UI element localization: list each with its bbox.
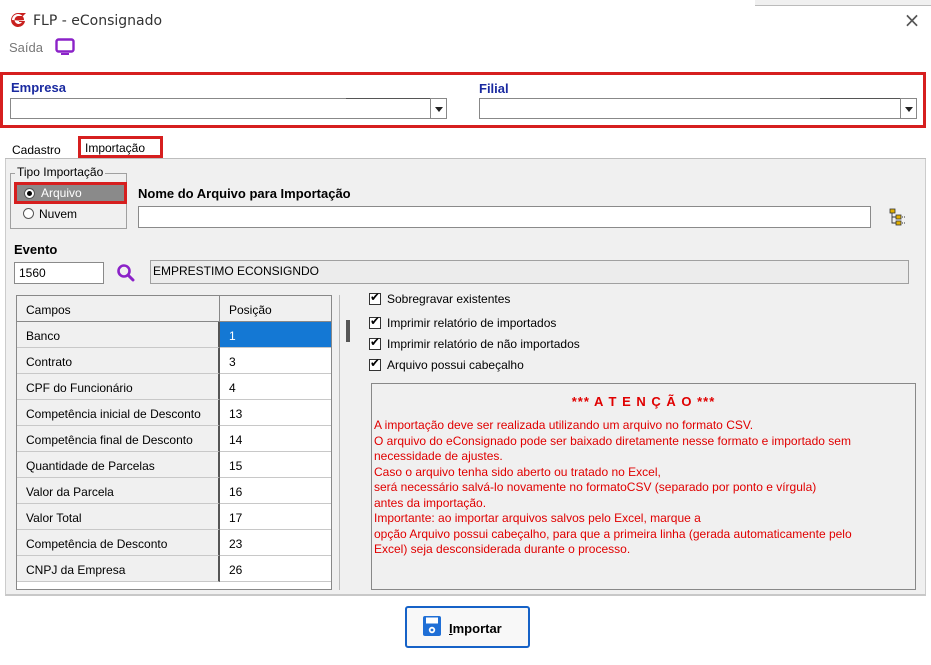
evento-label: Evento <box>14 242 58 257</box>
empresa-label: Empresa <box>11 80 66 95</box>
grid-cell-campo[interactable]: Competência final de Desconto <box>17 426 220 452</box>
grid-cell-campo[interactable]: CPF do Funcionário <box>17 374 220 400</box>
nome-arquivo-input[interactable] <box>138 206 871 228</box>
bottom-divider <box>5 594 926 596</box>
grid-cell-posicao[interactable]: 17 <box>220 504 331 530</box>
campos-grid[interactable]: Campos Posição Banco 1 Contrato 3 CPF do Fun… <box>16 295 332 590</box>
checkbox[interactable] <box>369 335 381 350</box>
checkbox-label: Sobregravar existentes <box>387 292 511 306</box>
table-row[interactable]: Quantidade de Parcelas 15 <box>17 452 331 478</box>
grid-cell-campo[interactable]: Competência de Desconto <box>17 530 220 556</box>
grid-cell-campo[interactable]: Competência inicial de Desconto <box>17 400 220 426</box>
floppy-disk-icon <box>423 616 441 636</box>
table-row[interactable]: CPF do Funcionário 4 <box>17 374 331 400</box>
atencao-title: *** A T E N Ç Ã O *** <box>571 394 716 409</box>
grid-header-posicao[interactable]: Posição <box>220 296 331 322</box>
radio-arquivo[interactable]: Arquivo <box>14 182 127 204</box>
grid-header-row: Campos Posição <box>17 296 331 322</box>
atencao-line: A importação deve ser realizada utilizan… <box>374 418 754 432</box>
grid-cell-posicao[interactable]: 4 <box>220 374 331 400</box>
atencao-line: O arquivo do eConsignado pode ser baixad… <box>374 433 851 448</box>
grid-cell-campo[interactable]: Valor Total <box>17 504 220 530</box>
grid-cell-campo[interactable]: Quantidade de Parcelas <box>17 452 220 478</box>
table-row[interactable]: Banco 1 <box>17 322 331 348</box>
grid-cell-posicao[interactable]: 3 <box>220 348 331 374</box>
atencao-line: Caso o arquivo tenha sido aberto ou trat… <box>374 464 661 479</box>
background-window-strip <box>755 0 931 6</box>
table-row[interactable]: Competência de Desconto 23 <box>17 530 331 556</box>
grid-cell-posicao[interactable]: 23 <box>220 530 331 556</box>
evento-code-input[interactable]: 1560 <box>14 262 104 284</box>
tab-importacao[interactable]: Importação <box>78 136 163 158</box>
grid-cell-posicao[interactable]: 15 <box>220 452 331 478</box>
importar-label-rest: mportar <box>452 621 502 636</box>
grid-cell-campo[interactable]: CNPJ da Empresa <box>17 556 220 582</box>
search-icon[interactable] <box>116 262 136 284</box>
grid-scrollbar-thumb[interactable] <box>346 320 350 342</box>
radio-nuvem[interactable] <box>23 208 34 219</box>
filial-label: Filial <box>479 81 509 96</box>
app-logo-icon <box>11 13 26 27</box>
table-row[interactable]: Valor Total 17 <box>17 504 331 530</box>
radio-arquivo-label: Arquivo <box>41 186 82 200</box>
checkbox-label: Arquivo possui cabeçalho <box>387 358 524 372</box>
filial-dropdown-arrow[interactable] <box>900 98 917 119</box>
nome-arquivo-label: Nome do Arquivo para Importação <box>138 186 351 201</box>
grid-cell-posicao[interactable]: 1 <box>220 322 331 348</box>
tree-browse-icon[interactable] <box>887 206 909 228</box>
table-row[interactable]: Competência final de Desconto 14 <box>17 426 331 452</box>
atencao-line: Importante: ao importar arquivos salvos … <box>374 511 701 525</box>
atencao-line: Excel) seja desconsiderada durante o pro… <box>374 542 631 556</box>
monitor-icon[interactable] <box>55 38 75 56</box>
importar-label: Importar <box>449 621 502 636</box>
table-row[interactable]: Competência inicial de Desconto 13 <box>17 400 331 426</box>
grid-cell-posicao[interactable]: 16 <box>220 478 331 504</box>
grid-cell-posicao[interactable]: 13 <box>220 400 331 426</box>
radio-arquivo-dot[interactable] <box>24 188 35 199</box>
grid-cell-campo[interactable]: Valor da Parcela <box>17 478 220 504</box>
table-row[interactable]: CNPJ da Empresa 26 <box>17 556 331 582</box>
empresa-combo[interactable] <box>10 98 430 119</box>
grid-splitter <box>339 295 340 590</box>
checkbox-label: Imprimir relatório de não importados <box>387 337 580 351</box>
saida-button[interactable]: Saída <box>9 40 43 55</box>
checkbox[interactable] <box>369 314 381 329</box>
window-title: FLP - eConsignado <box>33 13 163 29</box>
atencao-line: necessidade de ajustes. <box>374 449 503 463</box>
atencao-line: opção Arquivo possui cabeçalho, para que… <box>374 526 852 541</box>
empresa-combo-divider <box>346 98 430 99</box>
tab-cadastro[interactable]: Cadastro <box>12 143 61 157</box>
empresa-dropdown-arrow[interactable] <box>430 98 447 119</box>
atencao-line: será necessário salvá-lo novamente no fo… <box>374 480 817 494</box>
table-row[interactable]: Contrato 3 <box>17 348 331 374</box>
checkbox-label: Imprimir relatório de importados <box>387 316 557 330</box>
grid-cell-posicao[interactable]: 26 <box>220 556 331 582</box>
tipo-importacao-title: Tipo Importação <box>15 165 106 179</box>
grid-cell-campo[interactable]: Banco <box>17 322 220 348</box>
grid-cell-campo[interactable]: Contrato <box>17 348 220 374</box>
grid-header-campos[interactable]: Campos <box>17 296 220 322</box>
evento-description: EMPRESTIMO ECONSIGNDO <box>150 260 909 284</box>
checkbox[interactable] <box>369 290 381 305</box>
close-button[interactable]: × <box>898 8 926 32</box>
radio-nuvem-label: Nuvem <box>39 207 78 221</box>
filial-combo[interactable] <box>479 98 900 119</box>
filial-combo-divider <box>820 98 900 99</box>
table-row[interactable]: Valor da Parcela 16 <box>17 478 331 504</box>
atencao-line: antes da importação. <box>374 495 487 510</box>
checkbox[interactable] <box>369 356 381 371</box>
grid-cell-posicao[interactable]: 14 <box>220 426 331 452</box>
